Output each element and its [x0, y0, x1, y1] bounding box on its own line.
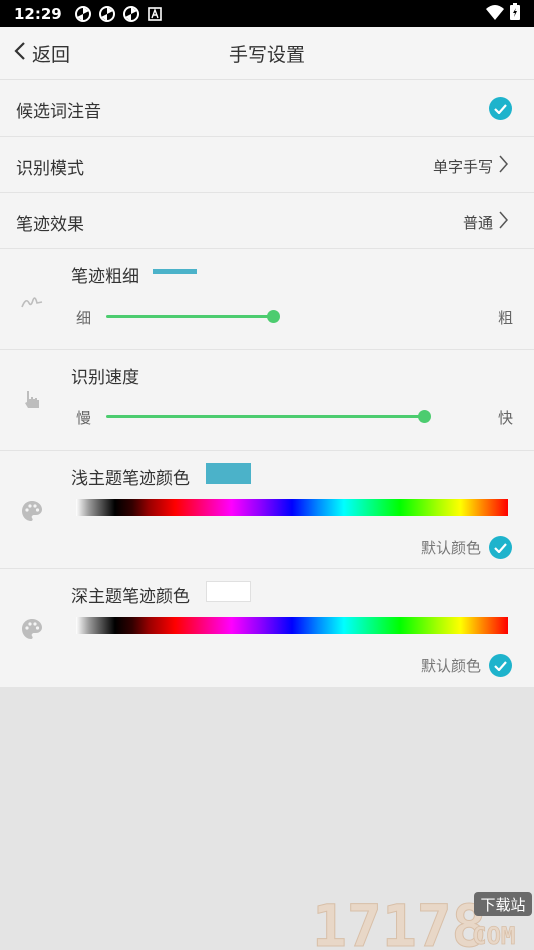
block-title: 浅主题笔迹颜色 [71, 469, 190, 489]
pinwheel-icon [74, 5, 92, 23]
setting-label: 候选词注音 [16, 102, 101, 122]
checkmark-icon[interactable] [489, 97, 512, 120]
a-icon [146, 5, 164, 23]
status-bar: 12:29 [0, 0, 534, 27]
setting-stroke-effect[interactable]: 笔迹效果 普通 [0, 193, 534, 249]
slider-max-label: 粗 [498, 309, 514, 327]
setting-label: 笔迹效果 [16, 215, 84, 235]
block-title: 识别速度 [71, 368, 139, 388]
svg-text:下载站: 下载站 [480, 896, 525, 914]
checkmark-icon[interactable] [489, 654, 512, 677]
block-title: 笔迹粗细 [71, 267, 139, 287]
palette-icon [20, 617, 44, 641]
svg-text:17178: 17178 [312, 892, 487, 950]
pinwheel-icon [122, 5, 140, 23]
setting-value: 普通 [462, 213, 493, 232]
dark-theme-color-swatch [206, 581, 251, 602]
checkmark-icon[interactable] [489, 536, 512, 559]
speed-slider-knob[interactable] [418, 410, 431, 423]
settings-list: 候选词注音 识别模式 单字手写 笔迹效果 普通 笔迹粗细 细 粗 识别速度 慢 … [0, 80, 534, 687]
light-theme-color-swatch [206, 463, 251, 484]
stroke-width-slider-track[interactable] [106, 315, 274, 318]
svg-text:COM: COM [472, 922, 515, 950]
palette-icon [20, 499, 44, 523]
light-theme-default-color[interactable]: 默认颜色 [421, 536, 512, 559]
stroke-squiggle-icon [20, 289, 44, 313]
block-title: 深主题笔迹颜色 [71, 587, 190, 607]
stroke-width-preview [153, 269, 197, 274]
setting-value: 单字手写 [432, 157, 493, 176]
app-bar: 返回 手写设置 [0, 27, 534, 80]
slider-max-label: 快 [498, 409, 514, 427]
slider-min-label: 慢 [76, 409, 92, 427]
back-label: 返回 [32, 44, 71, 66]
dark-theme-default-color[interactable]: 默认颜色 [421, 654, 512, 677]
dark-theme-color-spectrum[interactable] [76, 617, 508, 634]
setting-light-theme-color: 浅主题笔迹颜色 默认颜色 [0, 451, 534, 569]
setting-recognition-speed: 识别速度 慢 快 [0, 350, 534, 451]
setting-recognition-mode[interactable]: 识别模式 单字手写 [0, 137, 534, 193]
pinwheel-icon [98, 5, 116, 23]
speed-slider-track[interactable] [106, 415, 426, 418]
hand-pointer-icon [20, 388, 44, 412]
default-color-label: 默认颜色 [420, 539, 481, 557]
battery-icon [510, 3, 520, 24]
setting-dark-theme-color: 深主题笔迹颜色 默认颜色 [0, 569, 534, 687]
status-time: 12:29 [14, 4, 62, 23]
setting-label: 识别模式 [16, 159, 84, 179]
slider-min-label: 细 [76, 309, 92, 327]
setting-stroke-width: 笔迹粗细 细 粗 [0, 249, 534, 350]
default-color-label: 默认颜色 [420, 657, 481, 675]
watermark-logo: 17178 下载站 COM [312, 886, 534, 950]
wifi-icon [486, 4, 504, 24]
back-button[interactable]: 返回 [14, 27, 70, 80]
stroke-width-slider-knob[interactable] [267, 310, 280, 323]
chevron-left-icon [14, 41, 26, 66]
page-title: 手写设置 [228, 44, 305, 66]
light-theme-color-spectrum[interactable] [76, 499, 508, 516]
chevron-right-icon [499, 155, 508, 177]
chevron-right-icon [499, 211, 508, 233]
setting-candidate-pinyin[interactable]: 候选词注音 [0, 80, 534, 137]
